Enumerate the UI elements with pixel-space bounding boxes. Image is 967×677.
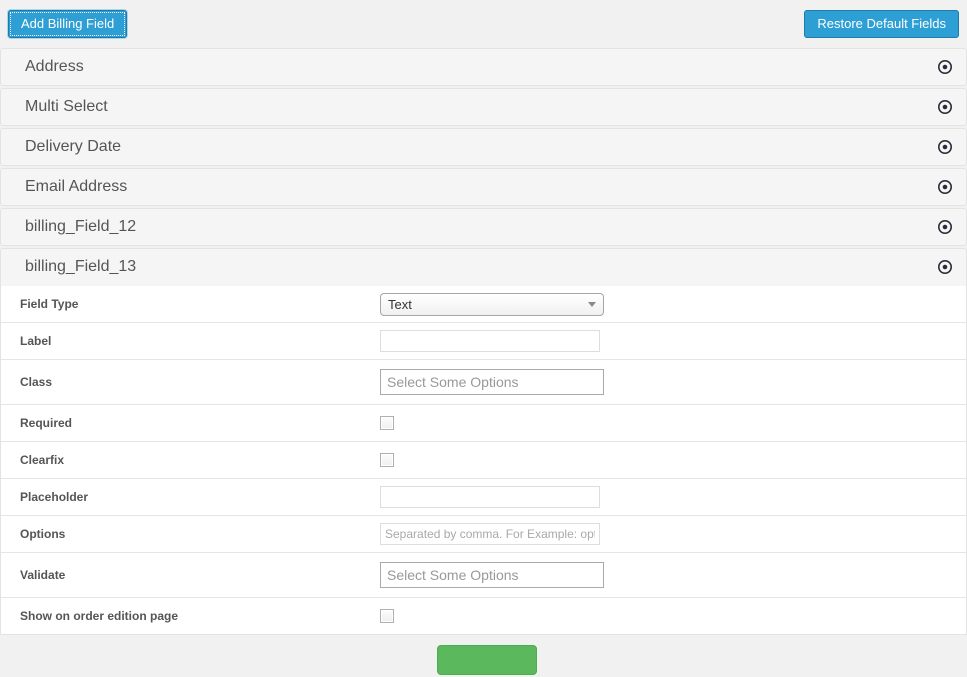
accordion-header-email-address[interactable]: Email Address — [0, 168, 967, 206]
label-label: Label — [20, 323, 51, 359]
show-on-order-label: Show on order edition page — [20, 598, 178, 634]
accordion-header-billing-field-12[interactable]: billing_Field_12 — [0, 208, 967, 246]
class-label: Class — [20, 360, 52, 404]
accordion-header-delivery-date[interactable]: Delivery Date — [0, 128, 967, 166]
form-row-placeholder: Placeholder — [1, 479, 966, 516]
accordion-item: Email Address — [0, 168, 967, 206]
form-row-class: Class — [1, 360, 966, 405]
form-row-required: Required — [1, 405, 966, 442]
required-checkbox[interactable] — [380, 416, 394, 430]
validate-control — [380, 553, 604, 597]
billing-fields-accordion: Address Multi Select Delivery Date — [0, 48, 967, 635]
accordion-title: Delivery Date — [25, 129, 121, 165]
accordion-title: Email Address — [25, 169, 127, 205]
required-label: Required — [20, 405, 72, 441]
accordion-header-address[interactable]: Address — [0, 48, 967, 86]
circle-x-icon[interactable] — [938, 60, 952, 74]
clearfix-label: Clearfix — [20, 442, 64, 478]
accordion-title: Address — [25, 49, 84, 85]
circle-x-icon[interactable] — [938, 180, 952, 194]
class-select-input[interactable] — [380, 369, 604, 395]
circle-x-icon[interactable] — [938, 140, 952, 154]
options-label: Options — [20, 516, 65, 552]
accordion-item: billing_Field_12 — [0, 208, 967, 246]
required-control — [380, 405, 394, 441]
accordion-title: Multi Select — [25, 89, 108, 125]
form-row-label: Label — [1, 323, 966, 360]
options-input[interactable] — [380, 523, 600, 545]
options-control — [380, 516, 600, 552]
add-billing-field-button[interactable]: Add Billing Field — [8, 10, 127, 38]
show-on-order-control — [380, 598, 394, 634]
restore-default-fields-button[interactable]: Restore Default Fields — [804, 10, 959, 38]
accordion-item: billing_Field_13 Field Type Text — [0, 248, 967, 635]
label-input[interactable] — [380, 330, 600, 352]
placeholder-label: Placeholder — [20, 479, 88, 515]
field-settings-panel: Field Type Text Label — [0, 286, 967, 635]
circle-x-icon[interactable] — [938, 220, 952, 234]
accordion-item: Multi Select — [0, 88, 967, 126]
show-on-order-checkbox[interactable] — [380, 609, 394, 623]
field-type-control: Text — [380, 286, 604, 322]
accordion-title: billing_Field_12 — [25, 209, 136, 245]
class-control — [380, 360, 604, 404]
field-type-label: Field Type — [20, 286, 78, 322]
accordion-header-multi-select[interactable]: Multi Select — [0, 88, 967, 126]
validate-label: Validate — [20, 553, 65, 597]
field-type-select[interactable]: Text — [380, 293, 604, 316]
label-control — [380, 323, 600, 359]
form-row-clearfix: Clearfix — [1, 442, 966, 479]
form-footer — [0, 637, 967, 677]
accordion-item: Delivery Date — [0, 128, 967, 166]
circle-x-icon[interactable] — [938, 260, 952, 274]
accordion-title: billing_Field_13 — [25, 249, 136, 285]
accordion-header-billing-field-13[interactable]: billing_Field_13 — [0, 248, 967, 286]
placeholder-input[interactable] — [380, 486, 600, 508]
form-row-options: Options — [1, 516, 966, 553]
form-row-field-type: Field Type Text — [1, 286, 966, 323]
save-button[interactable] — [437, 645, 537, 675]
validate-select-input[interactable] — [380, 562, 604, 588]
top-toolbar: Add Billing Field Restore Default Fields — [0, 0, 967, 48]
clearfix-control — [380, 442, 394, 478]
clearfix-checkbox[interactable] — [380, 453, 394, 467]
accordion-item: Address — [0, 48, 967, 86]
placeholder-control — [380, 479, 600, 515]
circle-x-icon[interactable] — [938, 100, 952, 114]
form-row-validate: Validate — [1, 553, 966, 598]
form-row-show-on-order-edition-page: Show on order edition page — [1, 598, 966, 634]
